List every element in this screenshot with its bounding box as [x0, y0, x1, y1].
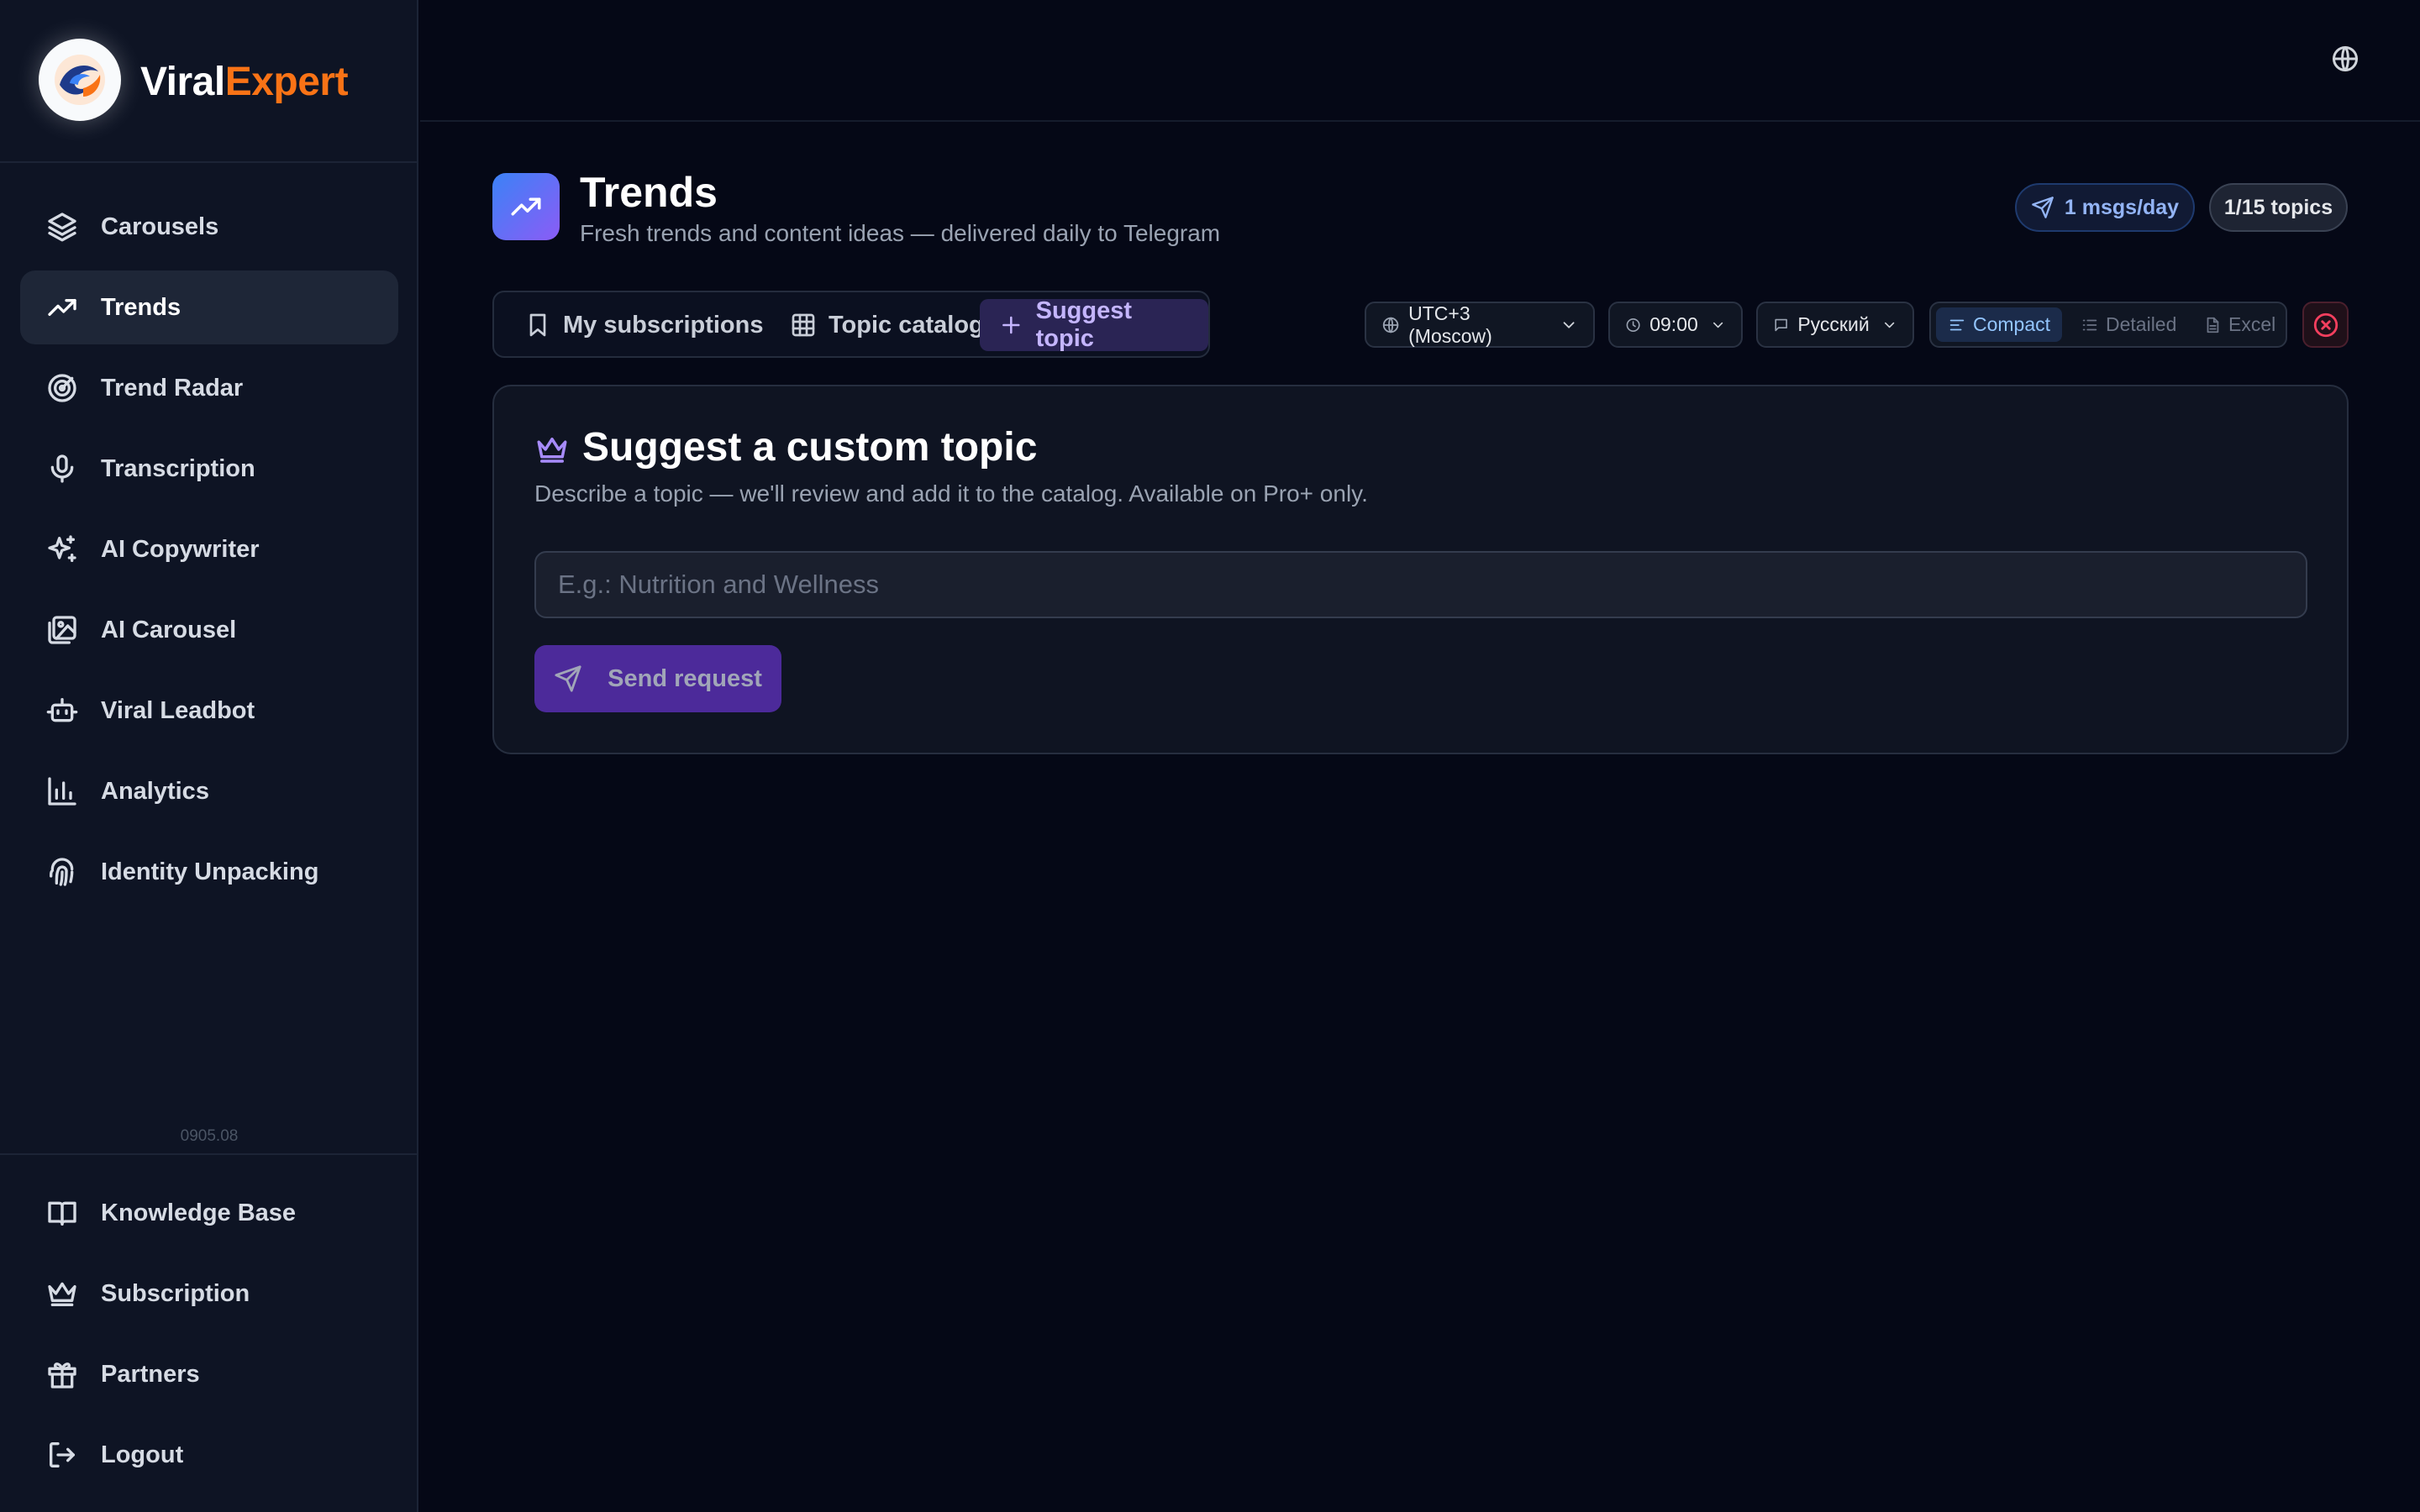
page-icon — [492, 173, 560, 240]
send-request-button[interactable]: Send request — [534, 645, 781, 712]
sidebar-item-label: Knowledge Base — [101, 1199, 297, 1226]
chevron-down-icon — [1563, 321, 1575, 328]
brand-name: ViralExpert — [140, 60, 349, 104]
language-select[interactable]: Русский — [1756, 302, 1914, 348]
sidebar-item-label: Carousels — [101, 213, 219, 240]
sidebar-item-label: Transcription — [101, 454, 255, 482]
msgs-per-day-label: 1 msgs/day — [2064, 195, 2180, 219]
sidebar-item-label: Partners — [101, 1360, 200, 1388]
topics-count-badge: 1/15 topics — [2209, 183, 2348, 232]
sidebar-item-label: Viral Leadbot — [101, 696, 255, 724]
view-label: Compact — [1973, 313, 2051, 335]
sidebar-item-label: Logout — [101, 1441, 184, 1468]
view-mode-toggle: Compact Detailed Excel — [1929, 302, 2287, 348]
tab-topic-catalog[interactable]: Topic catalog — [771, 299, 1002, 351]
close-button[interactable] — [2302, 302, 2349, 348]
sidebar-item-viral-leadbot[interactable]: Viral Leadbot — [20, 674, 398, 748]
trending-up-icon — [48, 299, 76, 316]
language-value: Русский — [1797, 313, 1870, 335]
logout-icon — [50, 1442, 76, 1467]
sidebar-item-subscription[interactable]: Subscription — [20, 1257, 398, 1331]
sidebar-item-label: AI Copywriter — [101, 535, 260, 563]
sidebar-item-analytics[interactable]: Analytics — [20, 754, 398, 828]
sidebar-item-label: Trends — [101, 293, 182, 321]
sidebar-item-logout[interactable]: Logout — [20, 1418, 398, 1492]
tab-bar: My subscriptions Topic catalog Suggest t… — [492, 291, 1210, 358]
layers-icon — [48, 213, 76, 242]
bar-chart-icon — [48, 777, 76, 806]
sidebar-item-label: Trend Radar — [101, 374, 244, 402]
send-icon — [2032, 197, 2054, 218]
timezone-value: UTC+3 (Moscow) — [1408, 302, 1492, 347]
sidebar-item-label: Identity Unpacking — [101, 858, 319, 885]
sidebar-item-label: Analytics — [101, 777, 209, 805]
top-bar — [420, 0, 2420, 122]
close-circle-icon — [2313, 312, 2338, 337]
tab-label: Topic catalog — [829, 311, 984, 339]
time-value: 09:00 — [1649, 313, 1698, 335]
sidebar-item-knowledge-base[interactable]: Knowledge Base — [20, 1176, 398, 1250]
tab-suggest-topic[interactable]: Suggest topic — [980, 297, 1208, 352]
brand[interactable]: ViralExpert — [0, 0, 418, 163]
tab-label: Suggest topic — [1035, 297, 1133, 352]
message-square-icon — [1775, 318, 1787, 331]
sidebar-divider — [0, 1153, 418, 1155]
trending-up-icon — [511, 197, 541, 216]
view-label: Detailed — [2106, 313, 2177, 335]
chevron-down-icon — [1884, 322, 1894, 328]
view-detailed-button[interactable]: Detailed — [2069, 307, 2188, 342]
sidebar-item-ai-carousel[interactable]: AI Carousel — [20, 593, 398, 667]
fingerprint-icon — [50, 858, 74, 886]
clock-icon — [1626, 318, 1640, 332]
send-request-label: Send request — [608, 664, 762, 692]
radar-icon — [48, 374, 76, 402]
mic-icon — [50, 454, 74, 483]
tab-label: My subscriptions — [563, 311, 764, 339]
tab-my-subscriptions[interactable]: My subscriptions — [506, 299, 782, 351]
grid-icon — [792, 313, 815, 337]
sidebar-item-identity-unpacking[interactable]: Identity Unpacking — [20, 835, 398, 909]
topic-input[interactable] — [534, 551, 2307, 618]
bookmark-icon — [529, 313, 546, 337]
view-excel-button[interactable]: Excel — [2191, 307, 2287, 342]
chevron-down-icon — [1712, 322, 1723, 328]
sidebar-item-transcription[interactable]: Transcription — [20, 432, 398, 506]
brand-logo-icon — [39, 39, 121, 121]
sidebar: ViralExpert Carousels Trends Trend Radar… — [0, 0, 418, 1512]
page-title: Trends — [580, 169, 718, 216]
page-subtitle: Fresh trends and content ideas — deliver… — [580, 220, 1221, 246]
bot-icon — [46, 698, 78, 722]
sidebar-item-trend-radar[interactable]: Trend Radar — [20, 351, 398, 425]
suggest-title: Suggest a custom topic — [582, 425, 1038, 470]
sidebar-item-label: Subscription — [101, 1279, 250, 1307]
send-icon — [555, 665, 581, 692]
msgs-per-day-badge: 1 msgs/day — [2015, 183, 2195, 232]
time-select[interactable]: 09:00 — [1608, 302, 1743, 348]
book-icon — [48, 1201, 76, 1226]
crown-icon — [48, 1282, 76, 1306]
sidebar-item-ai-copywriter[interactable]: AI Copywriter — [20, 512, 398, 586]
align-left-icon — [1949, 319, 1965, 330]
app-version: 0905.08 — [180, 1127, 239, 1145]
plus-icon — [1002, 316, 1020, 334]
sidebar-item-carousels[interactable]: Carousels — [20, 190, 398, 264]
globe-icon[interactable] — [2330, 44, 2360, 74]
timezone-select[interactable]: UTC+3 (Moscow) — [1365, 302, 1595, 348]
images-icon — [48, 616, 76, 644]
gift-icon — [48, 1362, 76, 1389]
file-icon — [2207, 317, 2219, 333]
view-compact-button[interactable]: Compact — [1936, 307, 2063, 342]
sparkles-icon — [48, 535, 76, 562]
view-label: Excel — [2228, 313, 2276, 335]
sidebar-item-trends[interactable]: Trends — [20, 270, 398, 344]
list-icon — [2082, 319, 2097, 330]
suggest-topic-card: Suggest a custom topic Describe a topic … — [492, 385, 2349, 754]
sidebar-item-label: AI Carousel — [101, 616, 237, 643]
globe-icon — [1382, 317, 1399, 333]
crown-icon — [537, 438, 567, 463]
suggest-description: Describe a topic — we'll review and add … — [534, 480, 1368, 507]
sidebar-item-partners[interactable]: Partners — [20, 1337, 398, 1411]
